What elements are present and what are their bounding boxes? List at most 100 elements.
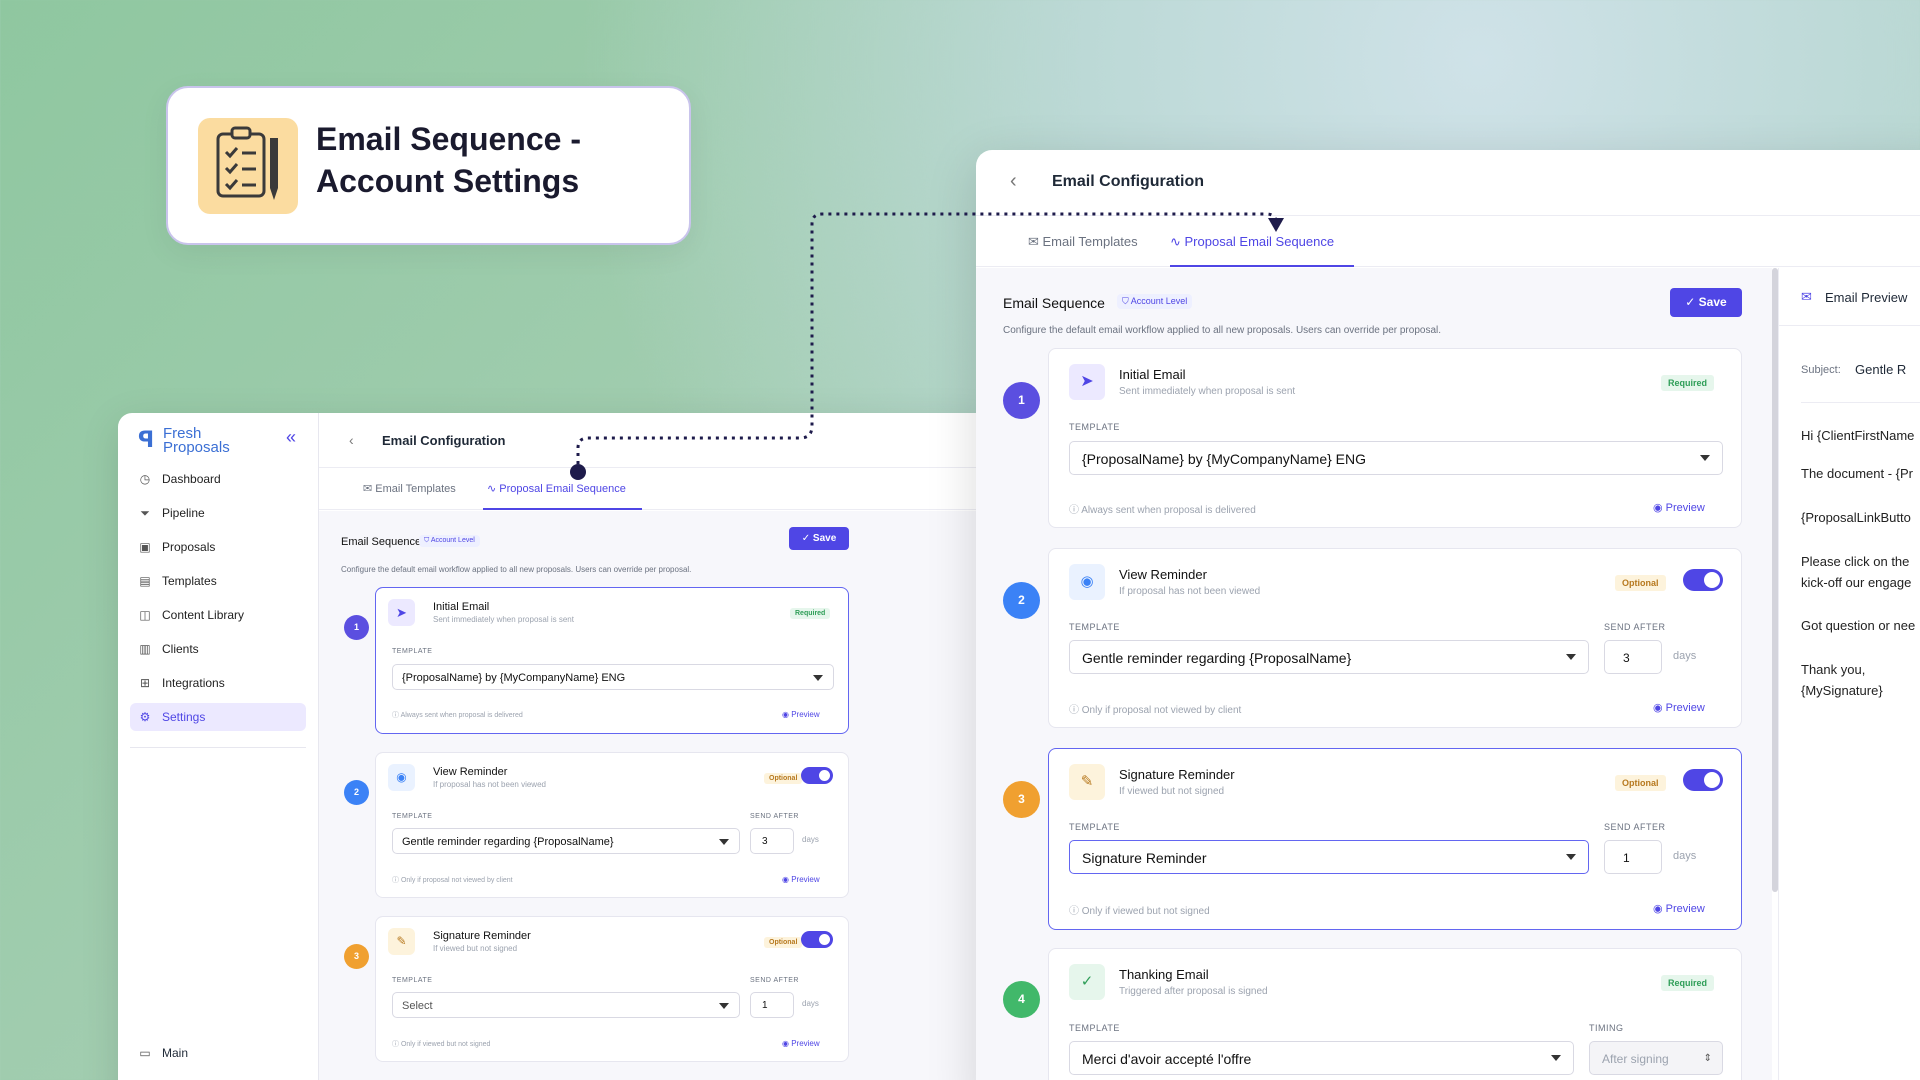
required-tag: Required (1661, 975, 1715, 991)
template-select[interactable]: Merci d'avoir accepté l'offre (1069, 1041, 1574, 1075)
sidebar-item-content-library[interactable]: ◫ Content Library (130, 601, 306, 629)
check-circle-icon: ✓ (1069, 964, 1105, 1000)
tab-proposal-email-sequence[interactable]: ∿ Proposal Email Sequence (483, 468, 642, 510)
eye-icon: ◉ (388, 764, 415, 791)
sidebar-item-clients[interactable]: ▥ Clients (130, 635, 306, 663)
send-after-days-input[interactable]: 1 (750, 992, 794, 1018)
step-number: 4 (1003, 981, 1040, 1018)
info-icon: ⓘ (1069, 505, 1082, 516)
step-name: Thanking Email (1119, 967, 1209, 982)
preview-body-line: Got question or nee (1801, 618, 1916, 633)
briefcase-icon: ▣ (139, 540, 151, 554)
sidebar-item-dashboard[interactable]: ◷ Dashboard (130, 465, 306, 493)
enable-toggle[interactable] (1683, 569, 1723, 591)
enable-toggle[interactable] (1683, 769, 1723, 791)
template-value: Gentle reminder regarding {ProposalName} (1082, 650, 1352, 666)
preview-link[interactable]: ◉ Preview (1653, 501, 1705, 514)
back-chevron-icon[interactable]: ‹ (349, 432, 354, 448)
step-note: ⓘ Always sent when proposal is delivered (1069, 501, 1256, 516)
sidebar-nav: ◷ Dashboard ⏷ Pipeline ▣ Proposals ▤ Templat… (130, 465, 306, 737)
headline-title: Email Sequence - Account Settings (316, 118, 581, 202)
book-icon: ◫ (139, 608, 151, 622)
app-window-large: ‹ Email Configuration ✉ Email Templates … (976, 150, 1920, 1080)
headline-card: Email Sequence - Account Settings (166, 86, 691, 245)
eye-icon: ◉ (782, 710, 792, 719)
sidebar-item-pipeline[interactable]: ⏷ Pipeline (130, 499, 306, 527)
template-select[interactable]: Signature Reminder (1069, 840, 1589, 874)
tab-label: Proposal Email Sequence (499, 483, 626, 495)
headline-line-2: Account Settings (316, 163, 580, 199)
chevron-down-icon (1566, 854, 1576, 860)
page-title: Email Configuration (1052, 173, 1204, 190)
template-value: Select (402, 1000, 433, 1012)
tab-bar: ✉ Email Templates ∿ Proposal Email Seque… (976, 216, 1920, 267)
send-after-days-input[interactable]: 3 (750, 828, 794, 854)
sidebar-item-settings[interactable]: ⚙ Settings (130, 703, 306, 731)
back-chevron-icon[interactable]: ‹ (1010, 170, 1017, 193)
info-icon: ⓘ (392, 712, 401, 719)
save-label: Save (812, 533, 837, 544)
step-name: Signature Reminder (1119, 767, 1235, 782)
enable-toggle[interactable] (801, 931, 833, 948)
note-text: Only if proposal not viewed by client (400, 877, 513, 884)
chevron-down-icon (813, 675, 823, 681)
sidebar-item-label: Templates (162, 574, 217, 588)
template-select[interactable]: {ProposalName} by {MyCompanyName} ENG (1069, 441, 1723, 475)
tab-proposal-email-sequence[interactable]: ∿ Proposal Email Sequence (1170, 216, 1355, 267)
preview-link[interactable]: ◉ Preview (782, 710, 820, 719)
sidebar-footer-label: Main (162, 1046, 189, 1060)
timing-select[interactable]: After signing ⇕ (1589, 1041, 1723, 1075)
sidebar-item-proposals[interactable]: ▣ Proposals (130, 533, 306, 561)
puzzle-icon: ⊞ (139, 676, 151, 690)
subject-value: Gentle R (1855, 362, 1907, 377)
step-number: 2 (1003, 582, 1040, 619)
chevron-down-icon (719, 839, 729, 845)
preview-title: Email Preview (1825, 290, 1908, 305)
tab-email-templates[interactable]: ✉ Email Templates (363, 468, 456, 510)
optional-tag: Optional (764, 773, 803, 784)
collapse-sidebar-icon[interactable]: « (286, 427, 296, 447)
send-after-label: SEND AFTER (750, 977, 799, 984)
step-subtitle: Triggered after proposal is signed (1119, 986, 1268, 997)
preview-label: Preview (1665, 502, 1705, 514)
badge-label: Account Level (430, 537, 475, 544)
preview-link[interactable]: ◉ Preview (1653, 701, 1705, 714)
sidebar-item-main[interactable]: ▭ Main (138, 1046, 188, 1060)
preview-link[interactable]: ◉ Preview (782, 875, 820, 884)
shield-icon: ⛉ (424, 537, 431, 544)
info-icon: ⓘ (1069, 705, 1082, 716)
preview-label: Preview (791, 1039, 820, 1048)
template-label: TEMPLATE (392, 648, 433, 655)
sequence-panel: Email Sequence ⛉ Account Level ✓ Save Co… (976, 268, 1772, 1080)
send-after-days-input[interactable]: 3 (1604, 640, 1662, 674)
check-icon: ✓ (1685, 295, 1699, 309)
template-select[interactable]: Select (392, 992, 740, 1018)
page-title: Email Configuration (382, 433, 506, 448)
template-value: Gentle reminder regarding {ProposalName} (402, 836, 614, 848)
preview-link[interactable]: ◉ Preview (782, 1039, 820, 1048)
days-unit: days (1673, 850, 1697, 862)
section-title: Email Sequence (341, 536, 422, 548)
save-button[interactable]: ✓ Save (1670, 288, 1742, 317)
save-button[interactable]: ✓ Save (789, 527, 849, 550)
page-header: ‹ Email Configuration (976, 150, 1920, 216)
step-number: 2 (344, 780, 369, 805)
template-select[interactable]: {ProposalName} by {MyCompanyName} ENG (392, 664, 834, 690)
step-card-view-reminder: ◉ View Reminder If proposal has not been… (375, 752, 849, 898)
template-select[interactable]: Gentle reminder regarding {ProposalName} (1069, 640, 1589, 674)
template-select[interactable]: Gentle reminder regarding {ProposalName} (392, 828, 740, 854)
preview-link[interactable]: ◉ Preview (1653, 902, 1705, 915)
preview-body-line: The document - {Pr (1801, 466, 1913, 481)
sidebar-item-templates[interactable]: ▤ Templates (130, 567, 306, 595)
send-icon: ➤ (388, 599, 415, 626)
sidebar-item-integrations[interactable]: ⊞ Integrations (130, 669, 306, 697)
send-after-days-input[interactable]: 1 (1604, 840, 1662, 874)
main-content: ‹ Email Configuration ✉ Email Templates … (319, 413, 998, 1080)
step-subtitle: If proposal has not been viewed (433, 780, 546, 789)
note-text: Only if viewed but not signed (400, 1041, 491, 1048)
step-subtitle: If viewed but not signed (1119, 786, 1225, 797)
tab-email-templates[interactable]: ✉ Email Templates (1028, 216, 1138, 267)
enable-toggle[interactable] (801, 767, 833, 784)
preview-label: Preview (1665, 903, 1705, 915)
section-description: Configure the default email workflow app… (1003, 325, 1442, 336)
